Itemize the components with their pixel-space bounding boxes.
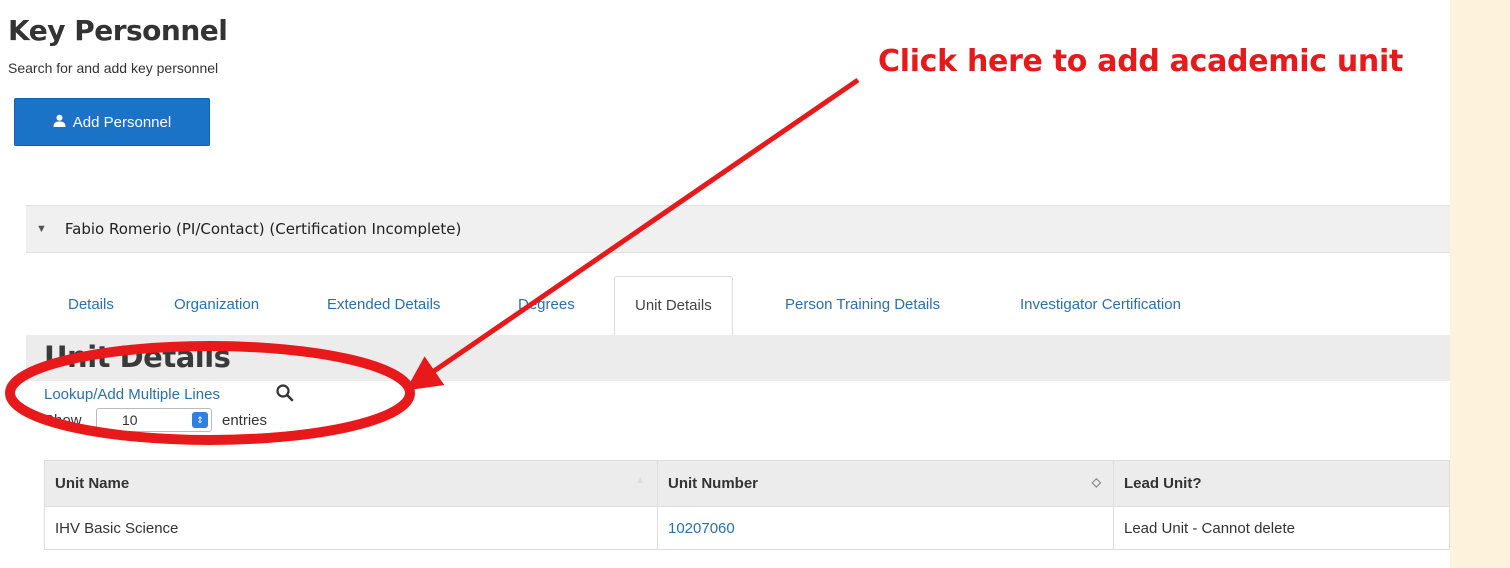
person-name: Fabio Romerio (PI/Contact) (Certificatio… (64, 220, 462, 238)
column-label: Unit Number (668, 475, 758, 492)
tab-unit-details[interactable]: Unit Details (614, 276, 733, 336)
select-stepper-icon: ⇕ (192, 412, 208, 428)
tab-person-training-details[interactable]: Person Training Details (785, 276, 940, 334)
cell-unit-name: IHV Basic Science (44, 506, 658, 550)
column-label: Unit Name (55, 475, 130, 492)
column-header-unit-name[interactable]: Unit Name ▲ (44, 460, 658, 507)
cell-lead-unit: Lead Unit - Cannot delete (1113, 506, 1450, 550)
tab-degrees[interactable]: Degrees (518, 276, 575, 334)
column-header-unit-number[interactable]: Unit Number ◇ (657, 460, 1114, 507)
add-personnel-label: Add Personnel (72, 113, 172, 131)
table-header-row: Unit Name ▲ Unit Number ◇ Lead Unit? (44, 460, 1450, 507)
add-personnel-button[interactable]: Add Personnel (14, 98, 210, 146)
tab-extended-details[interactable]: Extended Details (327, 276, 440, 334)
units-table: Unit Name ▲ Unit Number ◇ Lead Unit? IHV… (44, 460, 1450, 550)
section-title: Unit Details (44, 340, 231, 374)
caret-down-icon[interactable]: ▼ (36, 223, 47, 235)
column-label: Lead Unit? (1124, 475, 1202, 492)
unit-number-link[interactable]: 10207060 (668, 520, 735, 537)
table-row: IHV Basic Science 10207060 Lead Unit - C… (44, 506, 1450, 550)
tab-investigator-certification[interactable]: Investigator Certification (1020, 276, 1181, 334)
entries-value: 10 (122, 412, 138, 428)
section-band (26, 335, 1450, 381)
annotation-callout: Click here to add academic unit (878, 44, 1403, 79)
sort-icon: ◇ (1091, 475, 1101, 489)
tab-bar: Details Organization Extended Details De… (26, 276, 1450, 336)
entries-select[interactable]: 10 ⇕ (96, 408, 212, 432)
user-icon (53, 114, 66, 130)
sort-asc-icon: ▲ (635, 475, 645, 486)
column-header-lead-unit: Lead Unit? (1113, 460, 1450, 507)
page-title: Key Personnel (8, 14, 228, 47)
page-subtitle: Search for and add key personnel (8, 60, 219, 76)
tab-organization[interactable]: Organization (174, 276, 259, 334)
screenshot-panel: Key Personnel Search for and add key per… (0, 0, 1450, 568)
cell-unit-number: 10207060 (657, 506, 1114, 550)
person-accordion-header[interactable]: ▼ Fabio Romerio (PI/Contact) (Certificat… (26, 205, 1450, 253)
tab-details[interactable]: Details (68, 276, 114, 334)
show-label: Show (44, 412, 82, 429)
lookup-add-multiple-lines-link[interactable]: Lookup/Add Multiple Lines (44, 386, 220, 403)
search-icon[interactable] (275, 383, 295, 409)
entries-label: entries (222, 412, 268, 429)
